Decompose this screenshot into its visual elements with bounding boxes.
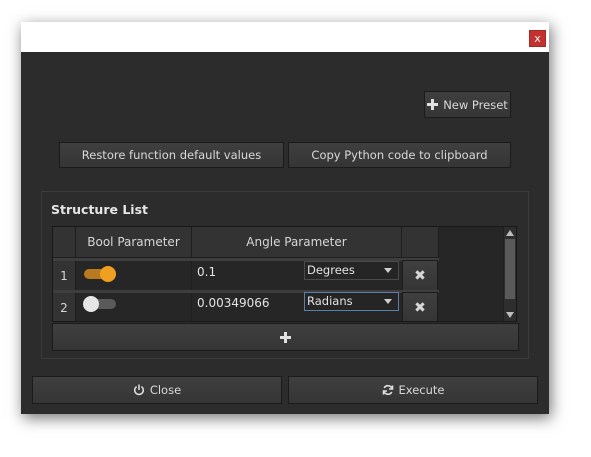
scroll-thumb[interactable] — [505, 239, 515, 299]
delete-row-2-button[interactable]: ✖ — [402, 292, 438, 321]
copy-python-button[interactable]: Copy Python code to clipboard — [288, 142, 511, 168]
plus-icon — [427, 99, 439, 110]
corner-header — [53, 227, 76, 258]
unit-select-2-value: Radians — [307, 294, 353, 308]
new-preset-button[interactable]: New Preset — [424, 91, 511, 118]
table-row-2-bool-cell — [76, 293, 192, 321]
restore-defaults-button[interactable]: Restore function default values — [59, 142, 284, 168]
angle-value-2[interactable]: 0.00349066 — [197, 296, 270, 310]
structure-table: Bool Parameter Angle Parameter 1 0.1 Deg… — [52, 226, 517, 322]
row-index: 2 — [60, 301, 68, 315]
chevron-down-icon — [384, 299, 392, 304]
column-header-bool[interactable]: Bool Parameter — [76, 227, 192, 258]
bool-toggle-2-knob[interactable] — [83, 296, 99, 312]
column-header-angle[interactable]: Angle Parameter — [192, 227, 402, 258]
angle-value-1[interactable]: 0.1 — [197, 265, 216, 279]
chevron-down-icon — [384, 268, 392, 273]
row-header-1[interactable]: 1 — [53, 261, 76, 290]
execute-button-label: Execute — [398, 383, 445, 397]
structure-list-title: Structure List — [51, 202, 148, 217]
close-button[interactable]: Close — [32, 376, 282, 404]
new-preset-label: New Preset — [443, 97, 508, 112]
row-index: 1 — [60, 268, 68, 283]
column-header-actions — [402, 227, 439, 258]
scroll-up-icon[interactable] — [506, 230, 514, 236]
close-button-label: Close — [149, 383, 182, 397]
execute-button[interactable]: Execute — [288, 376, 538, 404]
column-header-angle-label: Angle Parameter — [246, 235, 347, 249]
window-close-button[interactable]: x — [529, 30, 546, 47]
add-row-button[interactable] — [52, 323, 519, 351]
unit-select-2[interactable]: Radians — [304, 292, 399, 311]
bool-toggle-1-knob[interactable] — [100, 266, 116, 282]
table-row-1-bool-cell — [76, 261, 192, 290]
column-header-bool-label: Bool Parameter — [87, 235, 180, 249]
refresh-icon — [382, 384, 394, 396]
power-icon — [133, 384, 145, 396]
title-bar — [21, 22, 549, 52]
delete-row-1-button[interactable]: ✖ — [402, 260, 438, 292]
restore-defaults-label: Restore function default values — [81, 148, 262, 162]
unit-select-1[interactable]: Degrees — [304, 261, 399, 280]
row-header-2[interactable]: 2 — [53, 293, 76, 321]
scroll-down-icon[interactable] — [506, 312, 514, 318]
delete-icon: ✖ — [414, 299, 426, 316]
plus-icon — [280, 331, 291, 343]
page: x New Preset Restore function default va… — [0, 0, 591, 457]
unit-select-1-value: Degrees — [307, 263, 355, 277]
table-scrollbar[interactable] — [503, 227, 516, 321]
copy-python-label: Copy Python code to clipboard — [311, 148, 488, 162]
delete-icon: ✖ — [414, 268, 426, 284]
